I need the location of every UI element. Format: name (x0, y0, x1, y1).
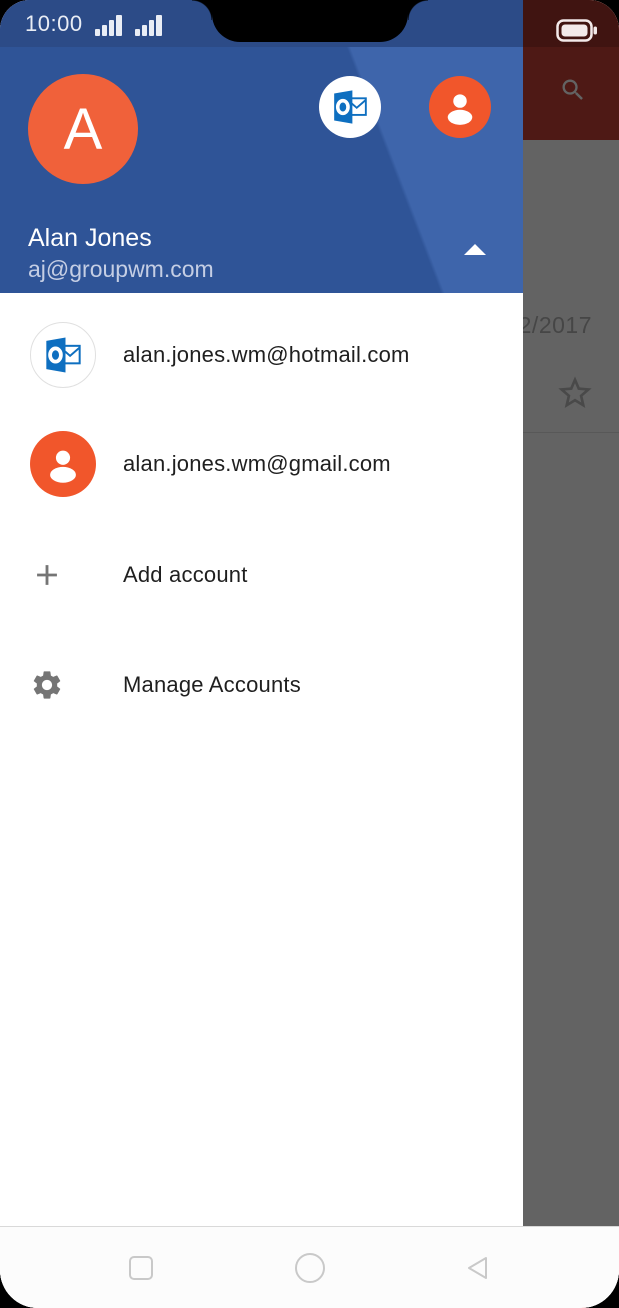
account-name: Alan Jones (28, 224, 152, 252)
display-notch (191, 0, 428, 42)
account-drawer: 10:00 A Alan Jones aj@groupwm.com alan.j… (0, 0, 523, 1226)
gear-icon (33, 671, 61, 699)
account-email-label: alan.jones.wm@hotmail.com (123, 342, 410, 367)
current-account-avatar[interactable]: A (28, 74, 138, 184)
recents-button[interactable] (101, 1227, 181, 1308)
plus-icon (37, 565, 57, 585)
person-avatar-icon (30, 431, 96, 497)
home-button[interactable] (270, 1227, 350, 1308)
screen: 2/2017 10:00 (0, 0, 619, 1308)
manage-accounts-label: Manage Accounts (123, 672, 301, 697)
drawer-header[interactable]: 10:00 A Alan Jones aj@groupwm.com (0, 0, 523, 293)
clock-label: 10:00 (25, 10, 83, 36)
signal-icon (94, 14, 122, 36)
back-button[interactable] (437, 1227, 517, 1308)
avatar-letter: A (63, 96, 103, 162)
battery-icon (556, 19, 597, 42)
outlook-account-badge[interactable] (319, 76, 381, 138)
home-circle-icon (295, 1253, 325, 1283)
account-email: aj@groupwm.com (28, 256, 214, 282)
add-account-button[interactable]: Add account (0, 558, 523, 592)
recents-square-icon (129, 1256, 153, 1280)
account-row-hotmail[interactable]: alan.jones.wm@hotmail.com (0, 322, 523, 388)
signal-icon (134, 14, 162, 36)
person-icon (447, 94, 473, 125)
gmail-account-badge[interactable] (429, 76, 491, 138)
chevron-up-icon[interactable] (464, 244, 486, 255)
back-triangle-icon (468, 1257, 487, 1279)
account-email-label: alan.jones.wm@gmail.com (123, 451, 391, 476)
outlook-logo-icon (30, 322, 96, 388)
add-account-label: Add account (123, 562, 248, 587)
phone-frame: 2/2017 10:00 (0, 0, 619, 1308)
navigation-bar (0, 1226, 619, 1308)
account-row-gmail[interactable]: alan.jones.wm@gmail.com (0, 431, 523, 497)
outlook-logo-icon (334, 90, 367, 124)
manage-accounts-button[interactable]: Manage Accounts (0, 667, 523, 703)
